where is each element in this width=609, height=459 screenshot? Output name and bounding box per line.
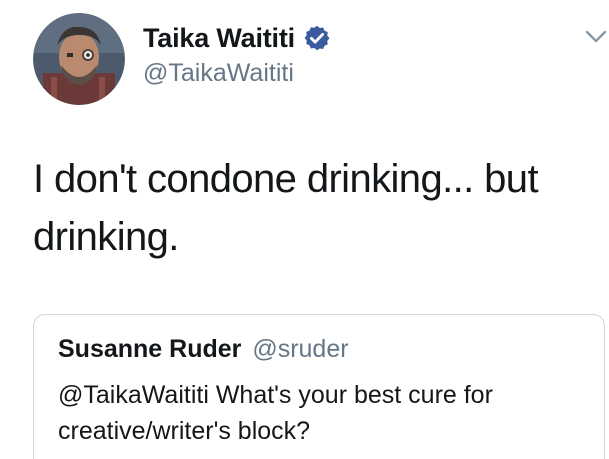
tweet-card: Taika Waititi @TaikaWaititi I don't cond…	[0, 0, 609, 459]
tweet-body-text: I don't condone drinking... but drinking…	[33, 157, 539, 259]
chevron-down-icon[interactable]	[585, 30, 607, 44]
quoted-author-name: Susanne Ruder	[58, 335, 242, 363]
verified-badge-icon	[303, 24, 331, 52]
tweet-header: Taika Waititi @TaikaWaititi	[33, 13, 331, 107]
author-display-name[interactable]: Taika Waititi	[143, 23, 295, 54]
quoted-tweet-text: @TaikaWaititi What's your best cure for …	[58, 381, 493, 445]
quoted-tweet[interactable]: Susanne Ruder @sruder @TaikaWaititi What…	[33, 314, 605, 459]
author-name-row: Taika Waititi	[143, 21, 331, 55]
quoted-tweet-header: Susanne Ruder @sruder	[58, 333, 580, 365]
quoted-author-handle: @sruder	[252, 335, 349, 363]
author-handle[interactable]: @TaikaWaititi	[143, 59, 331, 88]
avatar-photo	[33, 13, 125, 105]
author-block: Taika Waititi @TaikaWaititi	[143, 21, 331, 88]
avatar[interactable]	[33, 13, 125, 105]
